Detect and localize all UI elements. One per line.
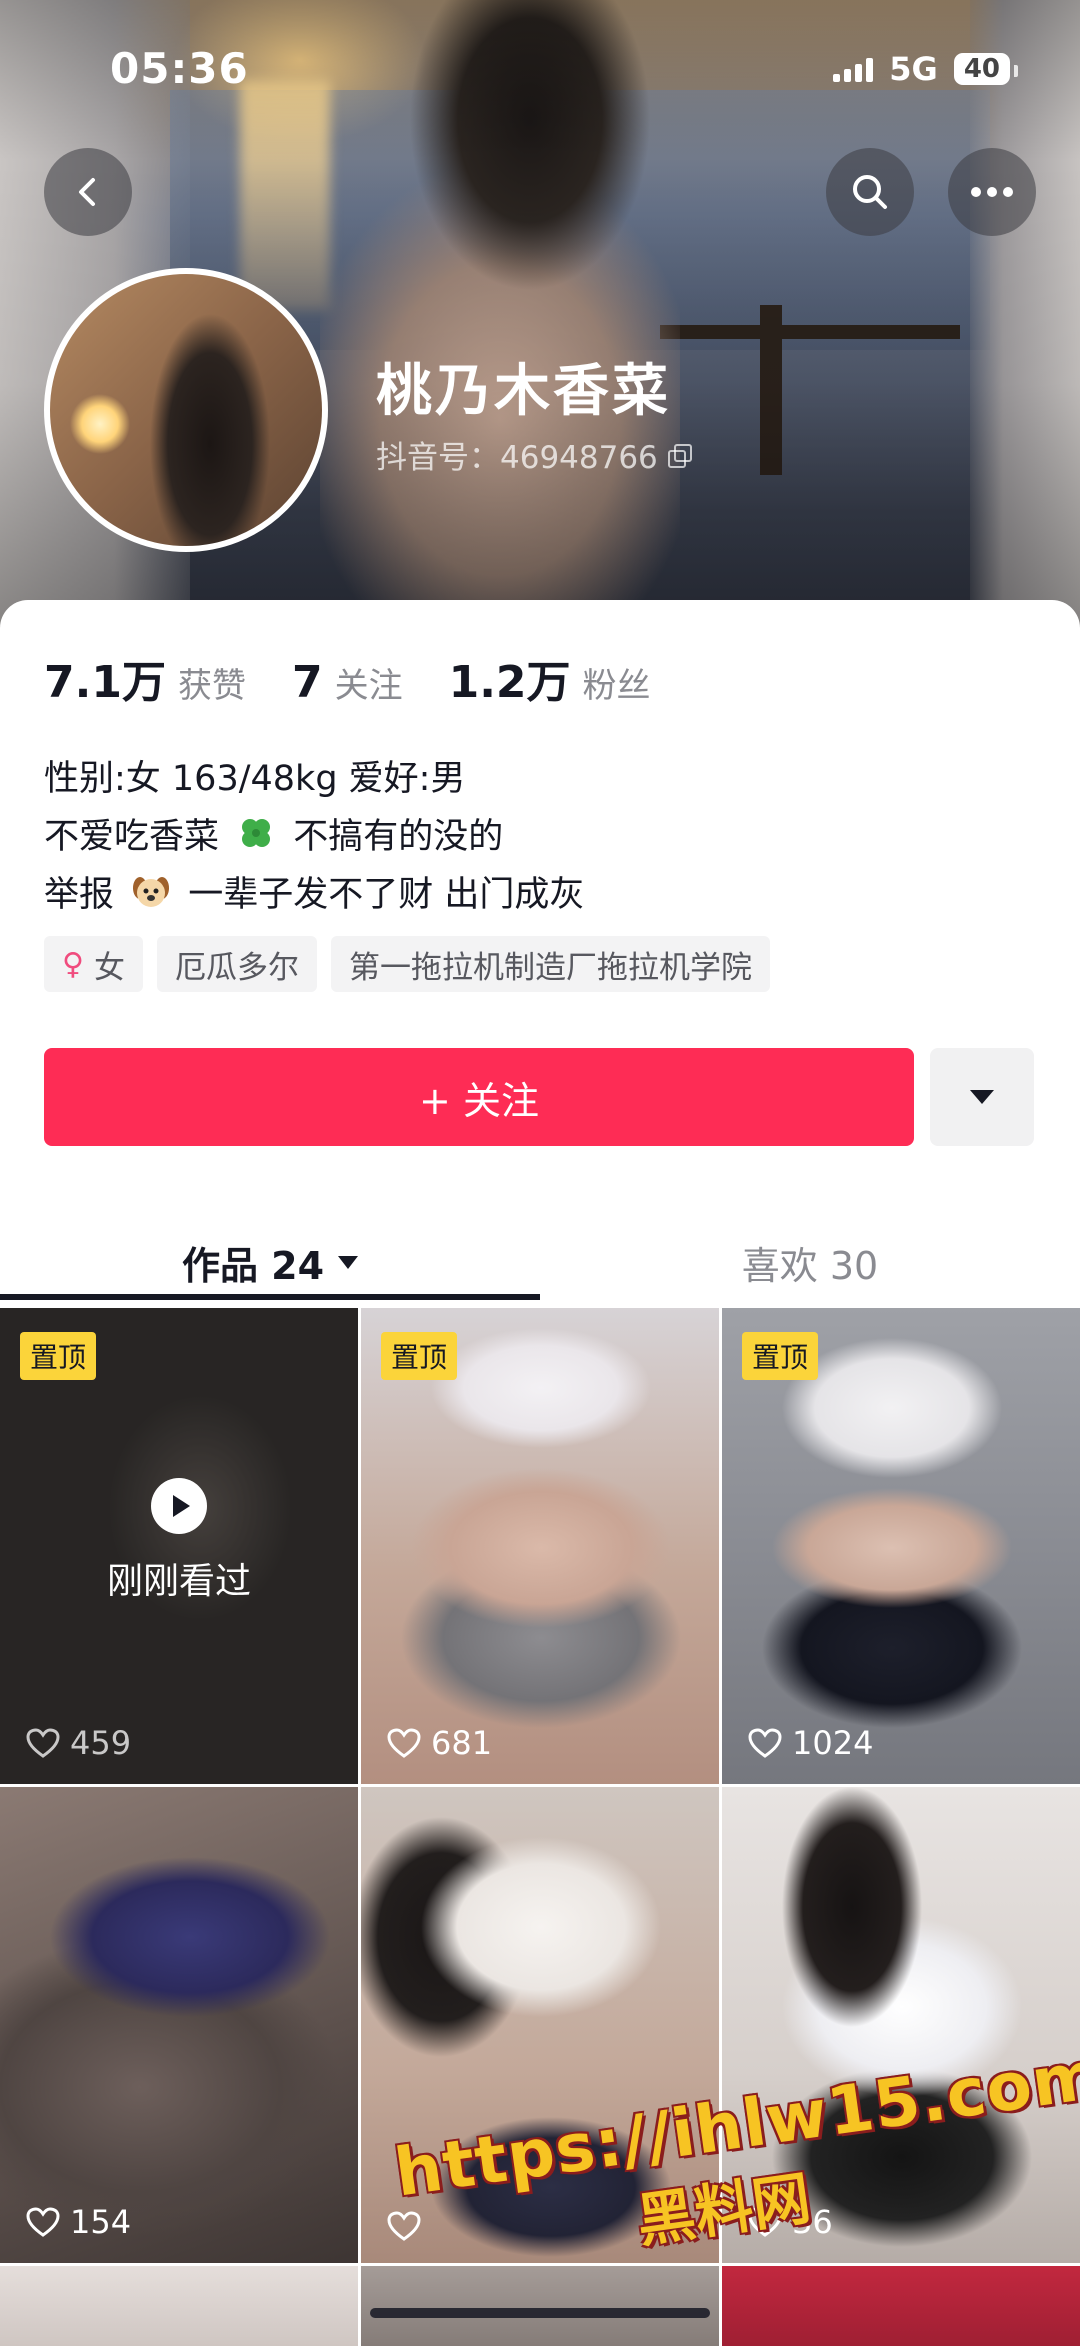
video-tile[interactable] [722, 2266, 1080, 2346]
status-time: 05:36 [110, 44, 249, 93]
back-button[interactable] [44, 148, 132, 236]
like-count: 1024 [748, 1724, 873, 1762]
heart-icon [748, 1728, 782, 1758]
pinned-badge: 置顶 [381, 1332, 458, 1380]
stat-label: 获赞 [177, 666, 246, 706]
four-leaf-clover-icon [242, 819, 271, 847]
video-tile[interactable]: 置顶 1024 [722, 1308, 1080, 1784]
like-count-value: 1024 [792, 1724, 874, 1762]
tab-indicator [0, 1294, 540, 1300]
pinned-badge: 置顶 [742, 1332, 819, 1380]
like-count: 459 [26, 1724, 131, 1762]
heart-icon [26, 1728, 60, 1758]
stat-likes[interactable]: 7.1万 获赞 [44, 646, 246, 710]
tab-label: 作品 24 [181, 1243, 325, 1288]
stat-following[interactable]: 7 关注 [292, 657, 403, 708]
like-count: 681 [387, 1724, 492, 1762]
stat-label: 粉丝 [582, 666, 651, 706]
stat-label: 关注 [334, 666, 403, 706]
battery-icon: 40 [953, 53, 1019, 85]
like-count-value: 681 [431, 1724, 493, 1762]
tag-gender: ♀ 女 [44, 936, 143, 992]
like-count: 154 [26, 2203, 131, 2241]
tab-label: 喜欢 30 [741, 1243, 879, 1288]
bio: 性别:女 163/48kg 爱好:男 不爱吃香菜 不搞有的没的 举报 一辈子发不… [44, 750, 584, 924]
signal-icon [833, 56, 874, 82]
nickname: 桃乃木香菜 [376, 359, 671, 424]
copy-icon[interactable] [667, 443, 692, 468]
stat-value: 7.1万 [44, 657, 166, 708]
video-tile[interactable] [0, 2266, 358, 2346]
bio-text: 不搞有的没的 [293, 817, 504, 857]
network-type: 5G [889, 50, 938, 88]
bio-text: 不爱吃香菜 [44, 817, 220, 857]
tag-label: 厄瓜多尔 [174, 949, 299, 986]
follow-button[interactable]: + 关注 [44, 1048, 914, 1146]
profile-tags: ♀ 女 厄瓜多尔 第一拖拉机制造厂拖拉机学院 [44, 936, 770, 992]
bio-line: 不爱吃香菜 不搞有的没的 [44, 808, 584, 866]
more-button[interactable] [948, 148, 1036, 236]
back-icon [79, 178, 95, 206]
video-tile[interactable]: 置顶 681 [361, 1308, 719, 1784]
like-count-value: 154 [70, 2203, 132, 2241]
search-button[interactable] [826, 148, 914, 236]
video-tile[interactable]: 154 [0, 1787, 358, 2263]
avatar[interactable] [44, 268, 328, 552]
heart-icon [26, 2207, 60, 2237]
stat-followers[interactable]: 1.2万 粉丝 [449, 646, 651, 710]
dog-face-icon [133, 877, 170, 907]
dropdown-icon [970, 1090, 994, 1104]
bio-text: 一辈子发不了财 出门成灰 [188, 875, 585, 915]
bio-text: 举报 [44, 875, 115, 915]
stats-row: 7.1万 获赞 7 关注 1.2万 粉丝 [44, 646, 697, 710]
douyin-id[interactable]: 抖音号：46948766 [376, 432, 692, 477]
pinned-badge: 置顶 [20, 1332, 97, 1380]
home-indicator[interactable] [370, 2308, 710, 2318]
bio-line: 性别:女 163/48kg 爱好:男 [44, 759, 466, 799]
tag-school[interactable]: 第一拖拉机制造厂拖拉机学院 [330, 936, 770, 992]
play-icon [151, 1478, 207, 1534]
search-icon [853, 175, 887, 209]
tag-label: 第一拖拉机制造厂拖拉机学院 [348, 949, 752, 986]
video-tile[interactable]: 置顶 刚刚看过 459 [0, 1308, 358, 1784]
tab-likes[interactable]: 喜欢 30 [540, 1214, 1080, 1310]
heart-icon [387, 1728, 421, 1758]
stat-value: 1.2万 [448, 657, 571, 708]
like-count-value: 459 [70, 1724, 132, 1762]
recommend-dropdown-button[interactable] [930, 1048, 1034, 1146]
stat-value: 7 [291, 657, 323, 708]
tag-label: 女 [93, 949, 125, 986]
tag-location[interactable]: 厄瓜多尔 [156, 936, 317, 992]
recently-watched: 刚刚看过 [0, 1478, 358, 1604]
recently-watched-label: 刚刚看过 [106, 1561, 251, 1602]
follow-label: + 关注 [419, 1078, 539, 1123]
bio-line: 举报 一辈子发不了财 出门成灰 [44, 866, 584, 924]
more-icon [971, 187, 1013, 197]
chevron-down-icon [338, 1255, 359, 1269]
venus-icon: ♀ [62, 946, 84, 982]
douyin-id-text: 抖音号：46948766 [376, 440, 658, 476]
status-indicators: 5G 40 [833, 50, 1019, 88]
